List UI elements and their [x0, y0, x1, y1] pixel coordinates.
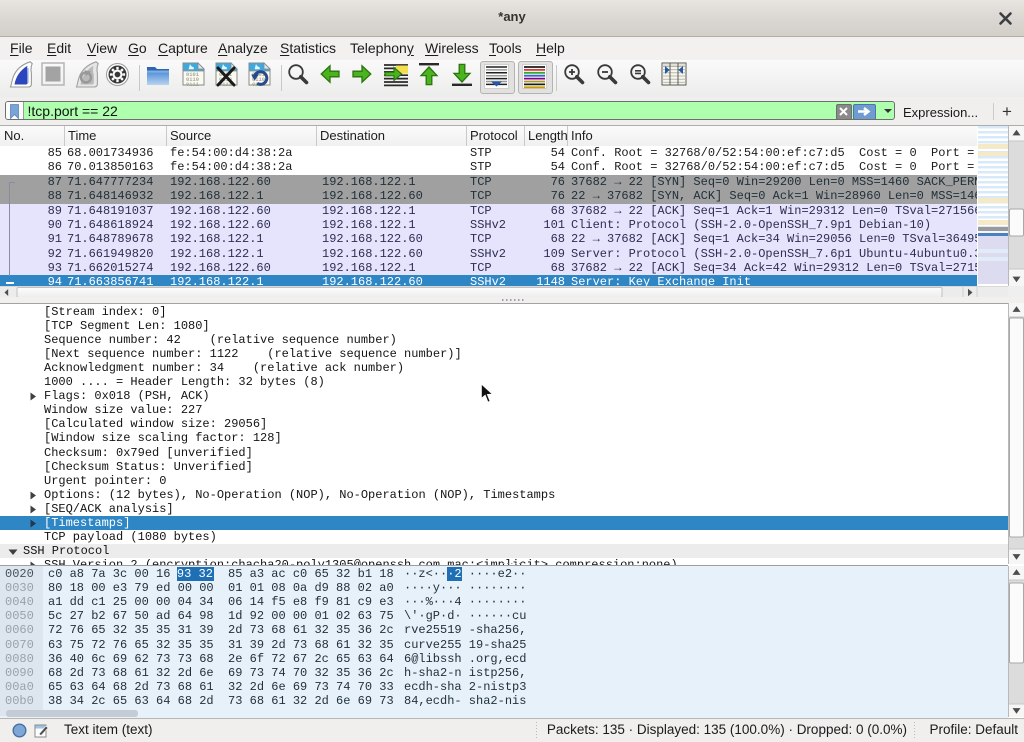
- svg-text:0111: 0111: [186, 82, 199, 87]
